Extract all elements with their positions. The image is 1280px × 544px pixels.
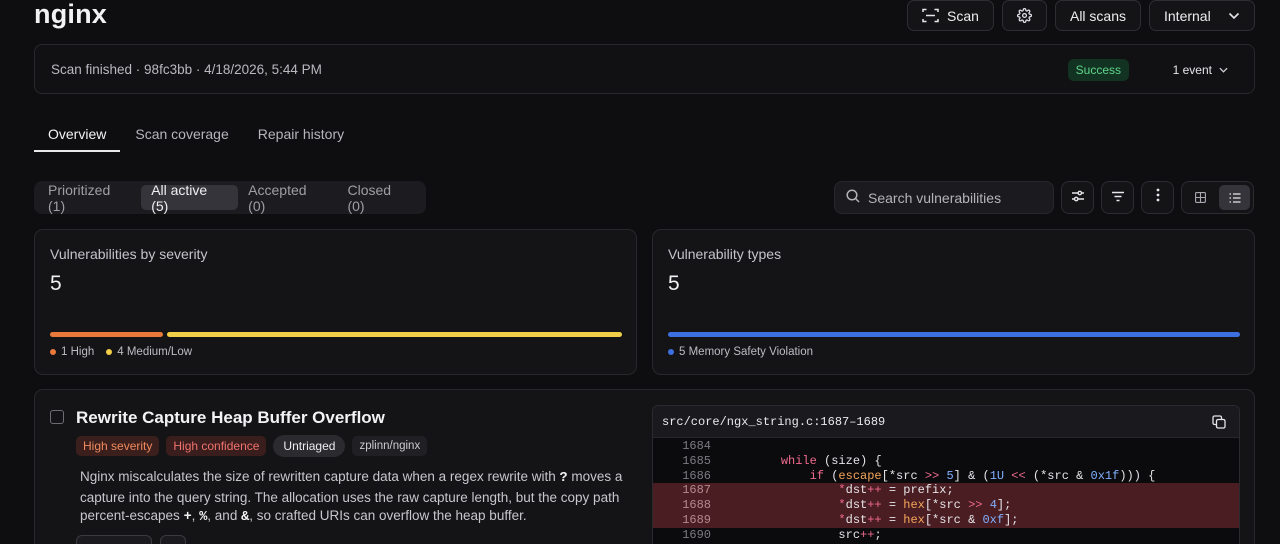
line-number: 1688	[682, 498, 711, 513]
severity-card-title: Vulnerabilities by severity	[50, 246, 208, 262]
code-lines: 1684 1685 while (size) {1686 if (escape[*…	[653, 438, 1239, 543]
search-icon	[846, 189, 860, 206]
line-number: 1684	[682, 439, 711, 453]
line-number: 1689	[682, 512, 711, 527]
severity-count: 5	[50, 272, 62, 295]
vulnerability-card: Rewrite Capture Heap Buffer Overflow Hig…	[34, 389, 1255, 544]
code-text: src++;	[752, 527, 882, 542]
severity-legend: 1 High 4 Medium/Low	[50, 346, 192, 358]
scan-button-label: Scan	[947, 7, 979, 24]
link-button[interactable]	[160, 535, 186, 544]
vulnerability-title[interactable]: Rewrite Capture Heap Buffer Overflow	[76, 408, 385, 428]
filter-segmented-control: Prioritized (1) All active (5) Accepted …	[34, 181, 426, 214]
chevron-down-icon	[1228, 12, 1240, 20]
severity-bar-medium-low	[167, 332, 622, 337]
settings-button[interactable]	[1002, 0, 1047, 31]
types-bar-memory-safety	[668, 332, 1240, 337]
confidence-badge: High confidence	[166, 436, 267, 456]
all-scans-label: All scans	[1069, 7, 1127, 24]
line-number: 1685	[682, 453, 711, 468]
types-legend: 5 Memory Safety Violation	[668, 346, 813, 358]
list-view-button[interactable]	[1219, 185, 1250, 210]
filter-icon	[1111, 189, 1125, 207]
legend-memory-safety: 5 Memory Safety Violation	[668, 346, 813, 358]
filter-prioritized[interactable]: Prioritized (1)	[38, 182, 141, 214]
filter-closed[interactable]: Closed (0)	[337, 182, 422, 214]
code-snippet: src/core/ngx_string.c:1687–1689 1684 1685…	[652, 405, 1240, 544]
code-line: 1686 if (escape[*src >> 5] & (1U << (*sr…	[653, 469, 1239, 484]
view-toggle	[1181, 181, 1254, 214]
sliders-icon	[1071, 189, 1085, 207]
code-line: 1687 *dst++ = prefix;	[653, 483, 1239, 499]
more-options-button[interactable]	[1141, 181, 1174, 214]
legend-high: 1 High	[50, 346, 94, 358]
gear-icon	[1017, 8, 1032, 23]
list-icon	[1229, 192, 1240, 203]
legend-medium-low: 4 Medium/Low	[106, 346, 192, 358]
severity-card: Vulnerabilities by severity 5 1 High 4 M…	[34, 229, 637, 375]
copy-icon[interactable]	[1212, 415, 1226, 434]
page-title: nginx	[34, 0, 107, 29]
status-badge: Success	[1067, 59, 1129, 81]
types-bar	[668, 332, 1240, 337]
line-number: 1686	[682, 468, 711, 483]
line-number: 1687	[682, 483, 711, 498]
filter-all-active[interactable]: All active (5)	[141, 182, 239, 214]
tab-scan-coverage[interactable]: Scan coverage	[121, 118, 242, 152]
vulnerability-description: Nginx miscalculates the size of rewritte…	[80, 469, 623, 525]
scan-button[interactable]: Scan	[907, 0, 994, 31]
code-text: *dst++ = prefix;	[838, 483, 954, 498]
scan-icon	[922, 8, 939, 23]
code-line: 1685 while (size) {	[653, 454, 1239, 469]
code-text: *dst++ = hex[*src >> 4];	[838, 498, 1012, 513]
code-text: *dst++ = hex[*src & 0xf];	[838, 512, 1019, 527]
more-vertical-icon	[1156, 188, 1160, 207]
severity-bar-high	[50, 332, 163, 337]
code-line: 1684	[653, 439, 1239, 454]
code-line: 1689 *dst++ = hex[*src & 0xf];	[653, 512, 1239, 528]
filter-accepted[interactable]: Accepted (0)	[238, 182, 337, 214]
grid-view-button[interactable]	[1185, 185, 1216, 210]
repo-badge: zplinn/nginx	[352, 436, 428, 456]
types-count: 5	[668, 272, 680, 295]
code-line: 1688 *dst++ = hex[*src >> 4];	[653, 498, 1239, 513]
action-button[interactable]	[76, 535, 152, 544]
vulnerability-badges: High severity High confidence Untriaged …	[76, 435, 428, 457]
filter-button[interactable]	[1101, 181, 1134, 214]
code-text: if (escape[*src >> 5] & (1U << (*src & 0…	[809, 468, 1156, 483]
types-card: Vulnerability types 5 5 Memory Safety Vi…	[652, 229, 1255, 375]
code-file-path: src/core/ngx_string.c:1687–1689	[653, 406, 1239, 438]
environment-label: Internal	[1164, 7, 1211, 24]
types-card-title: Vulnerability types	[668, 246, 782, 262]
vulnerability-checkbox[interactable]	[50, 410, 64, 424]
search-box	[834, 181, 1054, 214]
line-number: 1690	[682, 527, 711, 542]
code-text: while (size) {	[780, 453, 882, 468]
triage-status-badge[interactable]: Untriaged	[273, 435, 346, 457]
scan-status-bar: Scan finished · 98fc3bb · 4/18/2026, 5:4…	[34, 44, 1255, 94]
search-input[interactable]	[868, 189, 1038, 206]
environment-select[interactable]: Internal	[1149, 0, 1255, 31]
chevron-down-icon	[1219, 67, 1228, 73]
grid-icon	[1195, 192, 1206, 203]
tab-bar: Overview Scan coverage Repair history	[34, 118, 358, 152]
events-label: 1 event	[1172, 63, 1212, 77]
scan-status-message: Scan finished · 98fc3bb · 4/18/2026, 5:4…	[51, 61, 322, 77]
severity-bar	[50, 332, 622, 337]
tab-repair-history[interactable]: Repair history	[244, 118, 358, 152]
events-dropdown[interactable]: 1 event	[1173, 59, 1228, 81]
tab-overview[interactable]: Overview	[34, 118, 121, 152]
all-scans-button[interactable]: All scans	[1055, 0, 1141, 31]
code-line: 1690 src++;	[653, 528, 1239, 543]
severity-badge: High severity	[76, 436, 160, 456]
adjust-settings-button[interactable]	[1061, 181, 1094, 214]
